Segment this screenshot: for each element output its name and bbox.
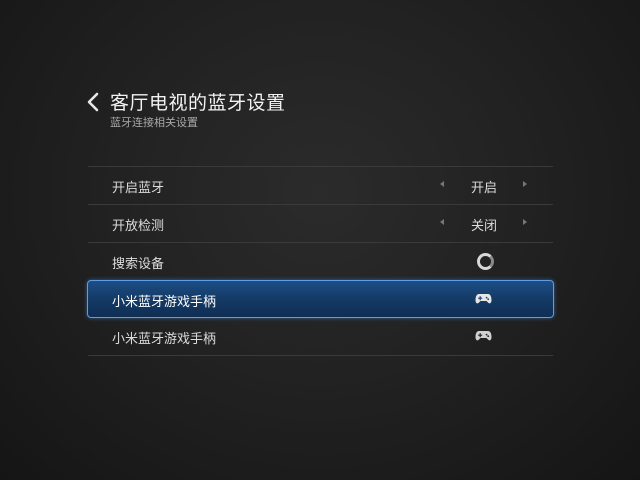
setting-label: 搜索设备 xyxy=(112,257,165,272)
gamepad-icon xyxy=(475,331,492,341)
setting-row-discoverable[interactable]: 开放检测 关闭 xyxy=(88,205,553,242)
arrow-left-icon[interactable] xyxy=(440,219,444,225)
gamepad-icon xyxy=(475,294,492,304)
page-title: 客厅电视的蓝牙设置 xyxy=(110,92,286,114)
device-label: 小米蓝牙游戏手柄 xyxy=(112,332,217,347)
setting-row-bluetooth-enable[interactable]: 开启蓝牙 开启 xyxy=(88,167,553,204)
arrow-left-icon[interactable] xyxy=(440,181,444,187)
page-subtitle: 蓝牙连接相关设置 xyxy=(110,116,198,129)
divider xyxy=(88,355,553,356)
device-row-gamepad[interactable]: 小米蓝牙游戏手柄 xyxy=(88,318,553,355)
setting-value: 关闭 xyxy=(470,219,497,234)
loading-spinner-icon xyxy=(477,253,494,270)
chevron-left-icon[interactable] xyxy=(86,92,100,112)
bluetooth-settings-list: 开启蓝牙 开启 开放检测 关闭 搜索设备 小米蓝牙游戏手柄 小米蓝牙游戏手柄 xyxy=(87,166,554,356)
arrow-right-icon[interactable] xyxy=(523,181,527,187)
device-label: 小米蓝牙游戏手柄 xyxy=(112,295,217,310)
device-row-gamepad-selected[interactable]: 小米蓝牙游戏手柄 xyxy=(87,280,554,318)
arrow-right-icon[interactable] xyxy=(523,219,527,225)
setting-label: 开放检测 xyxy=(112,219,165,234)
setting-row-search-devices[interactable]: 搜索设备 xyxy=(88,243,553,280)
setting-value: 开启 xyxy=(470,181,497,196)
setting-label: 开启蓝牙 xyxy=(112,181,165,196)
